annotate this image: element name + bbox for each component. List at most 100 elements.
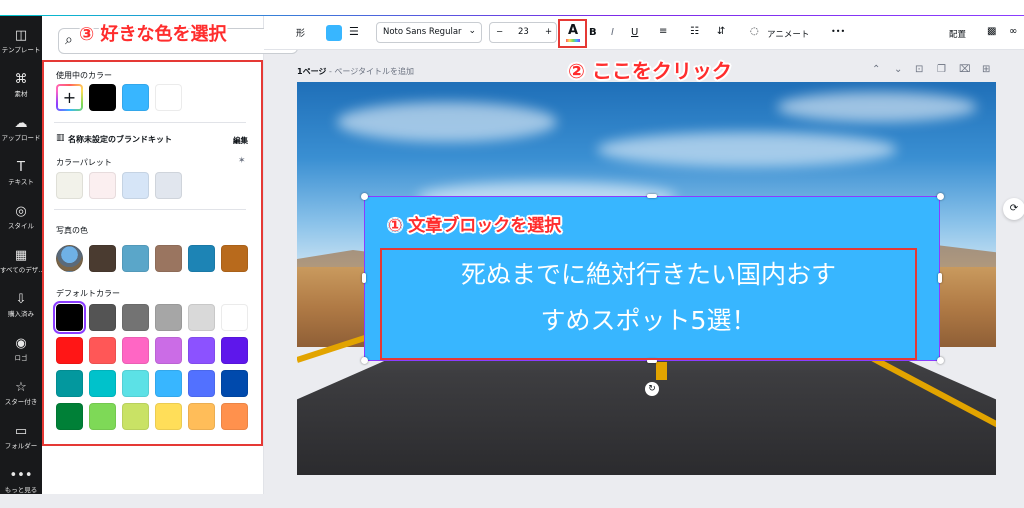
- resize-handle[interactable]: [647, 194, 657, 198]
- default-color-swatch[interactable]: [155, 403, 182, 430]
- default-color-swatch[interactable]: [221, 337, 248, 364]
- rail-label: すべてのデザ...: [0, 266, 42, 274]
- rail-label: テキスト: [8, 178, 34, 186]
- text-color-icon: A: [568, 23, 579, 38]
- spacing-icon[interactable]: ⇵: [717, 26, 725, 37]
- font-size-value[interactable]: 23: [518, 27, 529, 37]
- default-color-swatch[interactable]: [56, 337, 83, 364]
- resize-handle[interactable]: [361, 193, 368, 200]
- rail-item-logo[interactable]: ◉ ロゴ: [0, 332, 42, 376]
- default-color-swatch[interactable]: [89, 337, 116, 364]
- bold-button[interactable]: B: [589, 27, 597, 38]
- shape-color-button[interactable]: [326, 25, 342, 41]
- default-color-swatch[interactable]: [221, 304, 248, 331]
- default-color-swatch[interactable]: [56, 370, 83, 397]
- default-color-swatch[interactable]: [89, 370, 116, 397]
- default-color-swatch[interactable]: [89, 304, 116, 331]
- rail-item-more[interactable]: ••• もっと見る: [0, 464, 42, 508]
- position-button[interactable]: 配置: [949, 28, 966, 40]
- add-page-icon[interactable]: ⊞: [982, 64, 990, 75]
- default-color-swatch[interactable]: [122, 337, 149, 364]
- underline-button[interactable]: U: [631, 27, 638, 38]
- default-color-swatch[interactable]: [56, 403, 83, 430]
- resize-handle[interactable]: [361, 357, 368, 364]
- default-color-swatch[interactable]: [221, 403, 248, 430]
- annotation-step-1: ① 文章ブロックを選択: [388, 216, 562, 236]
- text-color-button[interactable]: A: [558, 19, 587, 48]
- list-icon[interactable]: ☷: [690, 26, 699, 37]
- canvas-text[interactable]: 死ぬまでに絶対行きたい国内おす すめスポット5選！: [382, 252, 915, 344]
- font-family-select[interactable]: Noto Sans Regular ⌄: [376, 22, 482, 43]
- rail-item-uploads[interactable]: ☁ アップロード: [0, 112, 42, 156]
- rail-label: ロゴ: [14, 354, 28, 362]
- rail-item-templates[interactable]: ◫ テンプレート: [0, 24, 42, 68]
- default-color-swatch[interactable]: [53, 301, 86, 334]
- folder-icon: ▭: [14, 424, 28, 439]
- chevron-down-icon: ⌄: [468, 26, 476, 36]
- resize-handle[interactable]: [938, 273, 942, 283]
- purchased-icon: ⇩: [15, 292, 27, 307]
- rail-item-designs[interactable]: ▦ すべてのデザ...: [0, 244, 42, 288]
- rail-item-styles[interactable]: ◎ スタイル: [0, 200, 42, 244]
- default-color-swatch[interactable]: [221, 370, 248, 397]
- default-color-swatch[interactable]: [188, 403, 215, 430]
- page-title[interactable]: 1ページ - ページタイトルを追加: [297, 66, 414, 77]
- cloud: [337, 102, 557, 142]
- default-color-swatch[interactable]: [155, 370, 182, 397]
- rail-item-starred[interactable]: ☆ スター付き: [0, 376, 42, 420]
- logo-icon: ◉: [15, 336, 27, 351]
- animate-button[interactable]: アニメート: [767, 28, 809, 40]
- duplicate-icon[interactable]: ❐: [937, 64, 946, 75]
- transparency-icon[interactable]: ▩: [987, 26, 996, 37]
- decrease-size-button[interactable]: −: [496, 27, 503, 37]
- rail-label: スタイル: [8, 222, 34, 230]
- rail-label: テンプレート: [1, 46, 41, 54]
- default-color-swatch[interactable]: [122, 370, 149, 397]
- rail-label: 購入済み: [8, 310, 34, 318]
- rotate-handle-icon[interactable]: ↻: [645, 382, 659, 396]
- text-line-2: すめスポット5選！: [540, 306, 757, 335]
- default-color-swatch[interactable]: [188, 370, 215, 397]
- rail-item-elements[interactable]: ⌘ 素材: [0, 68, 42, 112]
- rail-label: アップロード: [1, 134, 41, 142]
- link-icon[interactable]: ∞: [1009, 26, 1017, 37]
- default-color-swatch[interactable]: [188, 304, 215, 331]
- default-color-swatch[interactable]: [155, 304, 182, 331]
- resize-handle[interactable]: [362, 273, 366, 283]
- template-icon: ◫: [14, 28, 28, 43]
- rail-label: スター付き: [4, 398, 38, 406]
- chevron-up-icon[interactable]: ⌃: [872, 64, 880, 75]
- default-color-swatch[interactable]: [89, 403, 116, 430]
- upload-icon: ☁: [14, 116, 28, 131]
- align-center-icon[interactable]: ≡: [659, 26, 667, 37]
- default-color-swatch[interactable]: [155, 337, 182, 364]
- default-color-swatch[interactable]: [122, 403, 149, 430]
- search-icon: ⌕: [65, 32, 73, 48]
- style-icon: ◎: [15, 204, 27, 219]
- rail-item-text[interactable]: T テキスト: [0, 156, 42, 200]
- rail-item-purchased[interactable]: ⇩ 購入済み: [0, 288, 42, 332]
- more-options-button[interactable]: •••: [831, 27, 845, 36]
- default-color-swatch[interactable]: [122, 304, 149, 331]
- line-style-icon[interactable]: ☰: [349, 26, 361, 38]
- rail-item-folders[interactable]: ▭ フォルダー: [0, 420, 42, 464]
- default-color-swatch[interactable]: [188, 337, 215, 364]
- trash-icon[interactable]: ⌧: [959, 64, 971, 75]
- resize-handle[interactable]: [937, 357, 944, 364]
- resize-handle[interactable]: [937, 193, 944, 200]
- font-size-stepper[interactable]: − 23 +: [489, 22, 557, 43]
- refresh-icon[interactable]: ⟳: [1003, 198, 1024, 220]
- page-title-placeholder: - ページタイトルを追加: [326, 67, 415, 76]
- annotation-step-2: ② ここをクリック: [568, 59, 732, 83]
- more-icon: •••: [9, 468, 33, 483]
- animate-icon[interactable]: ◌: [750, 26, 759, 37]
- lock-icon[interactable]: ⊡: [915, 64, 923, 75]
- text-icon: T: [17, 160, 25, 175]
- chevron-down-icon[interactable]: ⌄: [894, 64, 902, 75]
- road-center-line: [656, 362, 667, 380]
- left-rail: ◫ テンプレート ⌘ 素材 ☁ アップロード T テキスト ◎ スタイル ▦ す…: [0, 16, 42, 494]
- cloud: [597, 132, 897, 167]
- italic-button[interactable]: I: [611, 27, 614, 38]
- increase-size-button[interactable]: +: [545, 27, 552, 37]
- shape-label[interactable]: 形: [296, 26, 305, 39]
